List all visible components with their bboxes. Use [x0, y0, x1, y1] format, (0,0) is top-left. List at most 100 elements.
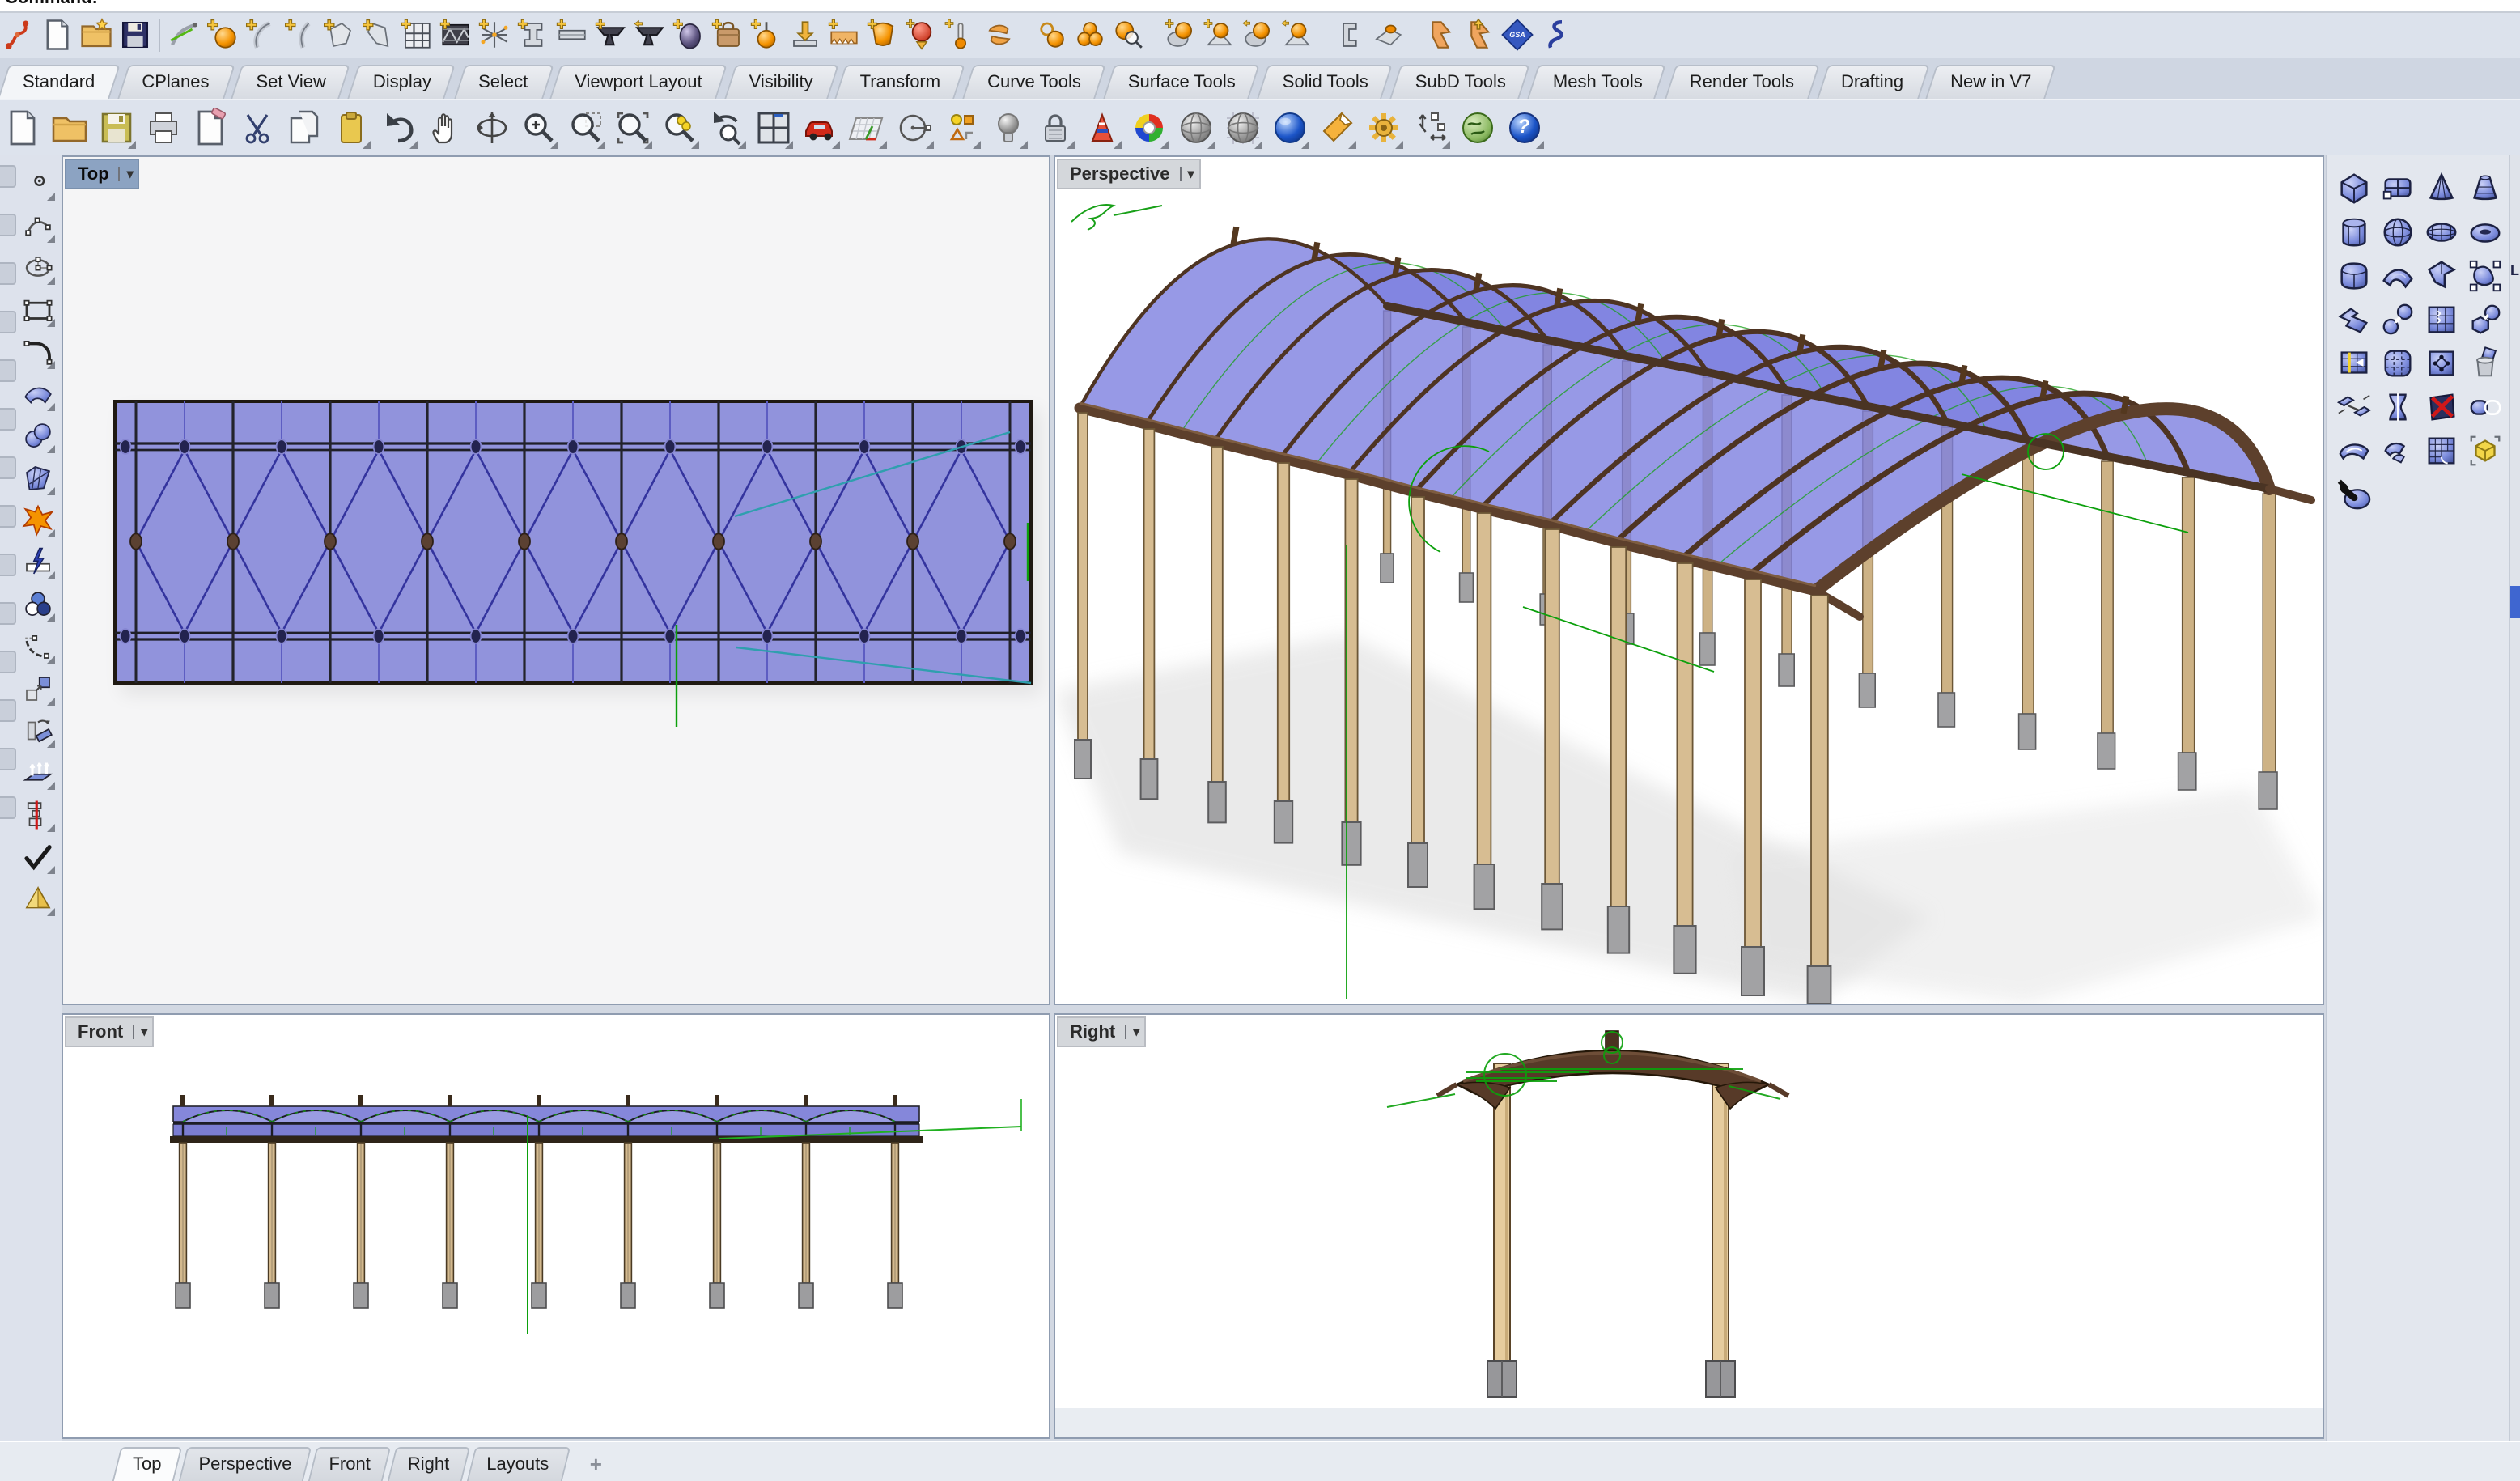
- explode-icon[interactable]: [19, 502, 57, 539]
- tab-drafting[interactable]: Drafting: [1822, 65, 1923, 99]
- tab-transform[interactable]: Transform: [841, 65, 960, 99]
- tab-display[interactable]: Display: [354, 65, 451, 99]
- purple-egg-add-icon[interactable]: [670, 16, 707, 53]
- bottom-tab-front[interactable]: Front: [312, 1447, 386, 1481]
- thermometer-add-icon[interactable]: [942, 16, 979, 53]
- red-plugin-icon[interactable]: [0, 16, 37, 53]
- viewport-dropdown-icon[interactable]: ▾: [1179, 167, 1194, 181]
- viewport-label-front[interactable]: Front ▾: [65, 1016, 155, 1047]
- object-snap-shapes-icon[interactable]: [939, 106, 982, 150]
- command-line[interactable]: Command:: [0, 0, 2520, 13]
- viewport-top[interactable]: Top ▾: [62, 155, 1050, 1005]
- subd-repair-wrench-icon[interactable]: [2332, 473, 2374, 515]
- tab-cplanes[interactable]: CPlanes: [122, 65, 228, 99]
- flag-icon[interactable]: [1421, 16, 1458, 53]
- viewport-label-top[interactable]: Top ▾: [65, 159, 140, 189]
- curve-edit-icon[interactable]: [165, 16, 202, 53]
- print-icon[interactable]: [141, 106, 185, 150]
- add-viewport-tab-button[interactable]: +: [583, 1450, 609, 1476]
- polygon-add-icon[interactable]: [320, 16, 358, 53]
- dimension-icon[interactable]: [1408, 106, 1452, 150]
- viewport-label-right[interactable]: Right ▾: [1057, 1016, 1147, 1047]
- split-icon[interactable]: [19, 544, 57, 581]
- tab-surface-tools[interactable]: Surface Tools: [1109, 65, 1255, 99]
- copy-move-icon[interactable]: [19, 670, 57, 707]
- control-point-curve-icon[interactable]: [19, 207, 57, 244]
- gsa-icon[interactable]: GSA: [1499, 16, 1536, 53]
- tab-new-in-v7[interactable]: New in V7: [1931, 65, 2051, 99]
- point-icon[interactable]: [19, 165, 57, 202]
- subd-surface-angle-icon[interactable]: [2420, 254, 2462, 296]
- extrude-surface-icon[interactable]: [19, 754, 57, 791]
- hanging-ball-add-icon[interactable]: [748, 16, 785, 53]
- mesh-icon[interactable]: [19, 460, 57, 497]
- subd-fill-hole-icon[interactable]: [2332, 429, 2374, 471]
- tab-render-tools[interactable]: Render Tools: [1670, 65, 1814, 99]
- car-icon[interactable]: [798, 106, 842, 150]
- ball-magnifier-icon[interactable]: [1110, 16, 1148, 53]
- press-load-icon[interactable]: [787, 16, 824, 53]
- cplane-icon[interactable]: [845, 106, 889, 150]
- tab-standard[interactable]: Standard: [3, 65, 114, 99]
- truss-network-add-icon[interactable]: [476, 16, 513, 53]
- undo-icon[interactable]: [375, 106, 419, 150]
- zoom-dynamic-icon[interactable]: [516, 106, 560, 150]
- subd-bridge-icon[interactable]: [2332, 385, 2374, 427]
- subd-torus-icon[interactable]: [2463, 210, 2505, 252]
- subd-surface-arch-icon[interactable]: [2376, 254, 2418, 296]
- viewport-layout-icon[interactable]: [751, 106, 795, 150]
- clean-page-icon[interactable]: [188, 106, 231, 150]
- ball-wedge-arrow-icon[interactable]: [1279, 16, 1316, 53]
- zoom-extents-icon[interactable]: [657, 106, 701, 150]
- fillet-curve-icon[interactable]: [19, 333, 57, 371]
- subd-ellipsoid-icon[interactable]: [2420, 210, 2462, 252]
- anvil-add-icon[interactable]: [592, 16, 630, 53]
- spotlight-icon[interactable]: [1314, 106, 1358, 150]
- viewport-right[interactable]: Right ▾: [1054, 1013, 2324, 1439]
- ball-disc-add-icon[interactable]: [1162, 16, 1199, 53]
- bottom-tab-right[interactable]: Right: [392, 1447, 465, 1481]
- tab-mesh-tools[interactable]: Mesh Tools: [1534, 65, 1662, 99]
- tab-viewport-layout[interactable]: Viewport Layout: [555, 65, 721, 99]
- viewport-label-perspective[interactable]: Perspective ▾: [1057, 159, 1201, 189]
- subd-delete-icon[interactable]: [2463, 342, 2505, 384]
- subd-cylinder-icon[interactable]: [2332, 210, 2374, 252]
- subd-delete-face-icon[interactable]: [2420, 385, 2462, 427]
- pan-hand-icon[interactable]: [422, 106, 466, 150]
- anvil-arrow-icon[interactable]: [631, 16, 668, 53]
- bag-add-icon[interactable]: [709, 16, 746, 53]
- pyramid-icon[interactable]: [19, 881, 57, 918]
- save-icon[interactable]: [117, 16, 154, 53]
- subd-stitch-icon[interactable]: [2376, 385, 2418, 427]
- shaded-display-icon[interactable]: [1173, 106, 1217, 150]
- three-balls-icon[interactable]: [1071, 16, 1109, 53]
- blend-curve-icon[interactable]: [19, 628, 57, 665]
- analysis-cone-icon[interactable]: [1080, 106, 1123, 150]
- zoom-window-icon[interactable]: [563, 106, 607, 150]
- rectangle-icon[interactable]: [19, 291, 57, 329]
- lightbulb-icon[interactable]: [986, 106, 1029, 150]
- rotate-icon[interactable]: [19, 712, 57, 749]
- tab-select[interactable]: Select: [459, 65, 547, 99]
- surface-add-icon[interactable]: [359, 16, 397, 53]
- interp-curve-add-icon[interactable]: [282, 16, 319, 53]
- subd-box-icon[interactable]: [2332, 167, 2374, 209]
- curve-add-icon[interactable]: [243, 16, 280, 53]
- bottom-tab-perspective[interactable]: Perspective: [183, 1447, 308, 1481]
- zoom-selected-icon[interactable]: [610, 106, 654, 150]
- open-folder-icon[interactable]: [78, 16, 115, 53]
- ellipse-icon[interactable]: [19, 249, 57, 286]
- shield-add-icon[interactable]: [864, 16, 902, 53]
- render-icon[interactable]: [1267, 106, 1311, 150]
- new-file-icon[interactable]: [0, 106, 44, 150]
- gear-options-icon[interactable]: [1361, 106, 1405, 150]
- ibeam-add-icon[interactable]: [515, 16, 552, 53]
- rotate-view-icon[interactable]: [469, 106, 513, 150]
- viewport-perspective[interactable]: Perspective ▾: [1054, 155, 2324, 1005]
- subd-cone-icon[interactable]: [2420, 167, 2462, 209]
- open-folder-icon[interactable]: [47, 106, 91, 150]
- tab-set-view[interactable]: Set View: [236, 65, 345, 99]
- tab-subd-tools[interactable]: SubD Tools: [1396, 65, 1525, 99]
- zoom-undo-icon[interactable]: [704, 106, 748, 150]
- save-icon[interactable]: [94, 106, 138, 150]
